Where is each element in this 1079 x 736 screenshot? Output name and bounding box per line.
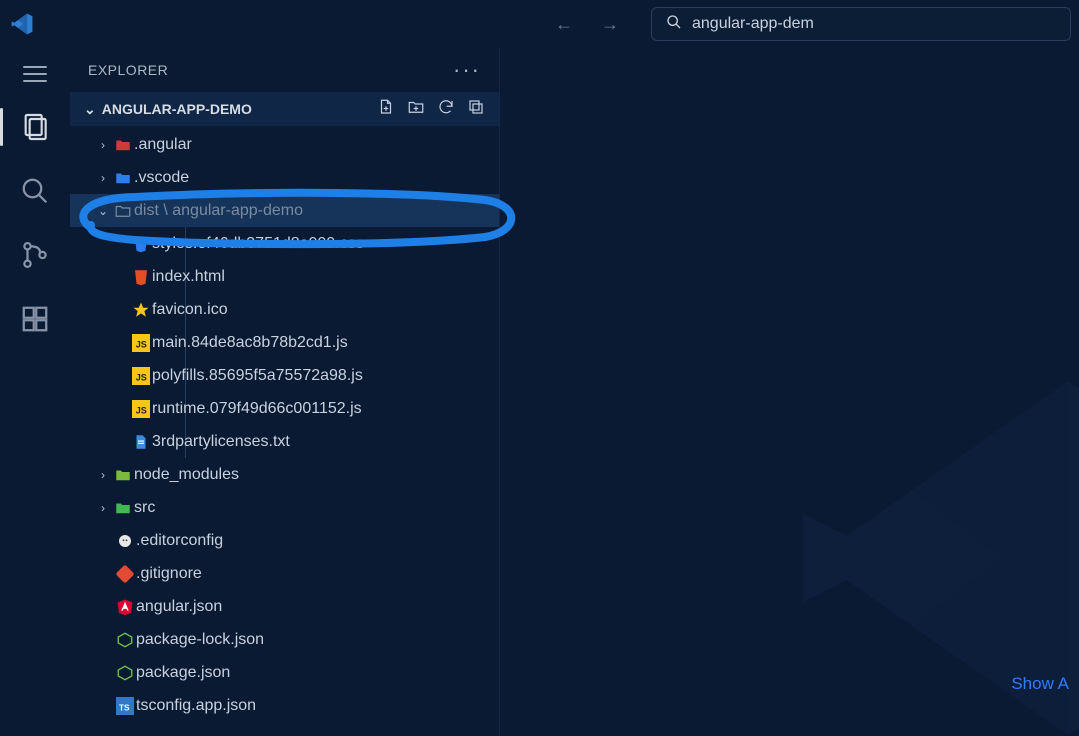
chevron-down-icon: ⌄ [84,101,96,118]
nav-forward-button[interactable]: → [593,10,627,39]
activity-extensions[interactable] [10,294,60,344]
new-file-icon[interactable] [377,98,395,121]
chevron-right-icon: › [94,468,112,482]
folder-open-icon [112,202,134,220]
folder-icon [112,169,134,187]
tree-file-angular-json[interactable]: angular.json [70,590,499,623]
tree-folder-vscode[interactable]: › .vscode [70,161,499,194]
tree-label: src [134,499,155,517]
tree-label: 3rdpartylicenses.txt [152,433,290,451]
chevron-down-icon: ⌄ [94,204,112,218]
refresh-icon[interactable] [437,98,455,121]
activity-explorer[interactable] [10,102,60,152]
folder-icon [112,466,134,484]
js-file-icon: JS [130,400,152,418]
css-file-icon [130,235,152,253]
git-file-icon [114,565,136,583]
text-file-icon [130,433,152,451]
search-text: angular-app-dem [692,15,814,33]
tree-label: package-lock.json [136,631,264,649]
tree-label: favicon.ico [152,301,228,319]
project-name: ANGULAR-APP-DEMO [102,101,252,117]
show-all-link[interactable]: Show A [1011,674,1069,694]
node-file-icon [114,631,136,649]
file-tree: › .angular › .vscode ⌄ dist \ angular-ap… [70,126,499,736]
tree-label: main.84de8ac8b78b2cd1.js [152,334,348,352]
html-file-icon [130,268,152,286]
tree-file-favicon[interactable]: favicon.ico [70,293,499,326]
node-file-icon [114,664,136,682]
tree-file-styles[interactable]: styles.ef46db3751d8e999.css [70,227,499,260]
chevron-right-icon: › [94,501,112,515]
tree-label: angular.json [136,598,222,616]
vscode-logo-icon [8,10,36,38]
tree-folder-src[interactable]: › src [70,491,499,524]
tree-label: .gitignore [136,565,202,583]
js-file-icon: JS [130,367,152,385]
tree-file-licenses[interactable]: 3rdpartylicenses.txt [70,425,499,458]
collapse-all-icon[interactable] [467,98,485,121]
nav-back-button[interactable]: ← [547,10,581,39]
tree-label: .angular [134,136,192,154]
explorer-more-icon[interactable]: ··· [453,57,481,83]
tree-file-index[interactable]: index.html [70,260,499,293]
project-header[interactable]: ⌄ ANGULAR-APP-DEMO [70,92,499,126]
new-folder-icon[interactable] [407,98,425,121]
folder-icon [112,136,134,154]
menu-button[interactable] [17,60,53,88]
tree-folder-dist[interactable]: ⌄ dist \ angular-app-demo [70,194,499,227]
activity-search[interactable] [10,166,60,216]
tree-file-package-lock[interactable]: package-lock.json [70,623,499,656]
tree-label: package.json [136,664,230,682]
tree-label: node_modules [134,466,239,484]
explorer-sidebar: EXPLORER ··· ⌄ ANGULAR-APP-DEMO › .angul… [70,48,500,736]
svg-text:TS: TS [119,703,130,712]
js-file-icon: JS [130,334,152,352]
angular-file-icon [114,598,136,616]
chevron-right-icon: › [94,171,112,185]
folder-icon [112,499,134,517]
command-center-search[interactable]: angular-app-dem [651,7,1071,41]
activity-bar [0,48,70,736]
explorer-title: EXPLORER [88,62,168,78]
tree-label: dist \ angular-app-demo [134,202,303,220]
favicon-file-icon [130,301,152,319]
svg-text:JS: JS [136,372,147,382]
tree-label: tsconfig.app.json [136,697,256,715]
tree-folder-angular[interactable]: › .angular [70,128,499,161]
tree-label: polyfills.85695f5a75572a98.js [152,367,363,385]
tree-label: runtime.079f49d66c001152.js [152,400,362,418]
tree-file-gitignore[interactable]: .gitignore [70,557,499,590]
tree-label: .vscode [134,169,189,187]
tree-file-main[interactable]: JS main.84de8ac8b78b2cd1.js [70,326,499,359]
tree-folder-node-modules[interactable]: › node_modules [70,458,499,491]
editor-area: Show A [500,48,1079,736]
tree-file-runtime[interactable]: JS runtime.079f49d66c001152.js [70,392,499,425]
svg-text:JS: JS [136,405,147,415]
ts-file-icon: TS [114,697,136,715]
tree-file-package-json[interactable]: package.json [70,656,499,689]
activity-source-control[interactable] [10,230,60,280]
svg-text:JS: JS [136,339,147,349]
search-icon [666,14,682,34]
tree-label: styles.ef46db3751d8e999.css [152,235,364,253]
editorconfig-file-icon [114,532,136,550]
chevron-right-icon: › [94,138,112,152]
tree-file-editorconfig[interactable]: .editorconfig [70,524,499,557]
tree-label: index.html [152,268,225,286]
tree-label: .editorconfig [136,532,223,550]
tree-file-tsconfig-app[interactable]: TS tsconfig.app.json [70,689,499,722]
tree-file-polyfills[interactable]: JS polyfills.85695f5a75572a98.js [70,359,499,392]
